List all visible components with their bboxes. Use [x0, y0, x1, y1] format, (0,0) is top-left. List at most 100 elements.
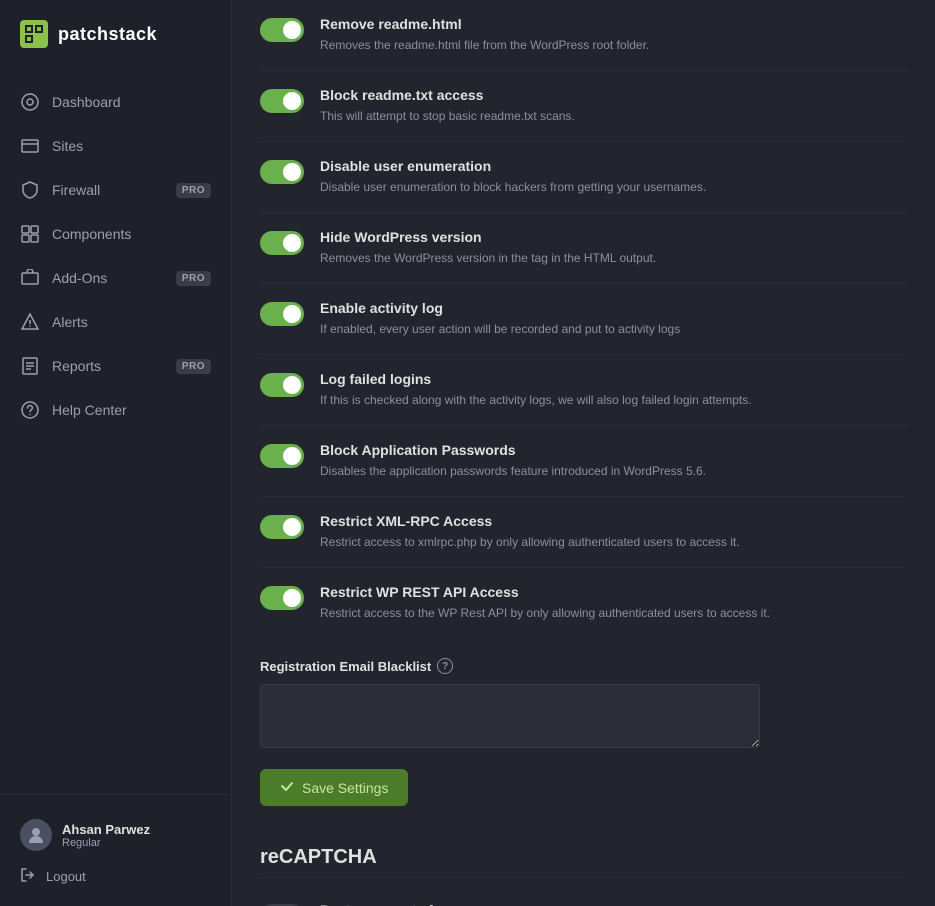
- toggle-row-restrict-rest-api: Restrict WP REST API Access Restrict acc…: [260, 568, 907, 638]
- toggle-slider-hide-wp-version: [260, 231, 304, 255]
- toggle-switch-restrict-xmlrpc[interactable]: [260, 515, 304, 539]
- toggle-switch-disable-user-enum[interactable]: [260, 160, 304, 184]
- toggles-container: Remove readme.html Removes the readme.ht…: [260, 0, 907, 638]
- toggle-desc-disable-user-enum: Disable user enumeration to block hacker…: [320, 178, 907, 196]
- user-area: Ahsan Parwez Regular: [20, 811, 211, 863]
- sidebar-item-components-label: Components: [52, 226, 211, 242]
- blacklist-help-icon[interactable]: ?: [437, 658, 453, 674]
- logout-button[interactable]: Logout: [20, 863, 211, 890]
- sites-icon: [20, 136, 40, 156]
- avatar: [20, 819, 52, 851]
- toggle-switch-block-app-passwords[interactable]: [260, 444, 304, 468]
- recaptcha-divider: [260, 877, 907, 878]
- sidebar: patchstack Dashboard Sites: [0, 0, 232, 906]
- sidebar-item-firewall-label: Firewall: [52, 182, 164, 198]
- firewall-pro-badge: PRO: [176, 183, 211, 198]
- addons-pro-badge: PRO: [176, 271, 211, 286]
- save-button-label: Save Settings: [302, 780, 388, 796]
- toggle-row-hide-wp-version: Hide WordPress version Removes the WordP…: [260, 213, 907, 284]
- toggle-desc-block-readme-txt: This will attempt to stop basic readme.t…: [320, 107, 907, 125]
- main-content: Remove readme.html Removes the readme.ht…: [232, 0, 935, 906]
- recaptcha-toggle-content-post-comments: Post comments form Check this if you wan…: [320, 902, 907, 906]
- sidebar-item-alerts[interactable]: Alerts: [0, 300, 231, 344]
- reports-pro-badge: PRO: [176, 359, 211, 374]
- toggle-slider-restrict-xmlrpc: [260, 515, 304, 539]
- toggle-switch-enable-activity-log[interactable]: [260, 302, 304, 326]
- toggle-desc-restrict-rest-api: Restrict access to the WP Rest API by on…: [320, 604, 907, 622]
- toggle-slider-block-readme-txt: [260, 89, 304, 113]
- recaptcha-toggles-container: Post comments form Check this if you wan…: [260, 886, 907, 906]
- toggle-content-block-readme-txt: Block readme.txt access This will attemp…: [320, 87, 907, 125]
- toggle-row-enable-activity-log: Enable activity log If enabled, every us…: [260, 284, 907, 355]
- toggle-title-block-app-passwords: Block Application Passwords: [320, 442, 907, 458]
- toggle-title-restrict-rest-api: Restrict WP REST API Access: [320, 584, 907, 600]
- recaptcha-toggle-row-post-comments: Post comments form Check this if you wan…: [260, 886, 907, 906]
- user-name: Ahsan Parwez: [62, 822, 150, 837]
- toggle-desc-remove-readme: Removes the readme.html file from the Wo…: [320, 36, 907, 54]
- dashboard-icon: [20, 92, 40, 112]
- logout-icon: [20, 867, 36, 886]
- toggle-title-log-failed-logins: Log failed logins: [320, 371, 907, 387]
- toggle-desc-log-failed-logins: If this is checked along with the activi…: [320, 391, 907, 409]
- sidebar-item-addons-label: Add-Ons: [52, 270, 164, 286]
- toggle-content-remove-readme: Remove readme.html Removes the readme.ht…: [320, 16, 907, 54]
- sidebar-item-reports-label: Reports: [52, 358, 164, 374]
- addons-icon: [20, 268, 40, 288]
- save-checkmark-icon: [280, 779, 294, 796]
- toggle-row-block-app-passwords: Block Application Passwords Disables the…: [260, 426, 907, 497]
- toggle-slider-disable-user-enum: [260, 160, 304, 184]
- sidebar-item-components[interactable]: Components: [0, 212, 231, 256]
- nav-menu: Dashboard Sites Firewall PRO: [0, 72, 231, 794]
- toggle-content-log-failed-logins: Log failed logins If this is checked alo…: [320, 371, 907, 409]
- sidebar-item-firewall[interactable]: Firewall PRO: [0, 168, 231, 212]
- blacklist-label: Registration Email Blacklist ?: [260, 658, 907, 674]
- toggle-row-block-readme-txt: Block readme.txt access This will attemp…: [260, 71, 907, 142]
- toggle-switch-restrict-rest-api[interactable]: [260, 586, 304, 610]
- toggle-switch-remove-readme[interactable]: [260, 18, 304, 42]
- toggle-slider-remove-readme: [260, 18, 304, 42]
- recaptcha-toggle-title-post-comments: Post comments form: [320, 902, 907, 906]
- logo-area: patchstack: [0, 0, 231, 72]
- toggle-desc-enable-activity-log: If enabled, every user action will be re…: [320, 320, 907, 338]
- blacklist-section: Registration Email Blacklist ?: [260, 638, 907, 769]
- user-role: Regular: [62, 837, 150, 849]
- recaptcha-title: reCAPTCHA: [260, 838, 907, 869]
- toggle-row-restrict-xmlrpc: Restrict XML-RPC Access Restrict access …: [260, 497, 907, 568]
- sidebar-item-alerts-label: Alerts: [52, 314, 211, 330]
- alerts-icon: [20, 312, 40, 332]
- toggle-title-restrict-xmlrpc: Restrict XML-RPC Access: [320, 513, 907, 529]
- toggle-slider-log-failed-logins: [260, 373, 304, 397]
- blacklist-textarea[interactable]: [260, 684, 760, 748]
- sidebar-bottom: Ahsan Parwez Regular Logout: [0, 794, 231, 906]
- toggle-content-disable-user-enum: Disable user enumeration Disable user en…: [320, 158, 907, 196]
- toggle-row-log-failed-logins: Log failed logins If this is checked alo…: [260, 355, 907, 426]
- toggle-title-block-readme-txt: Block readme.txt access: [320, 87, 907, 103]
- toggle-switch-log-failed-logins[interactable]: [260, 373, 304, 397]
- sidebar-item-sites-label: Sites: [52, 138, 211, 154]
- toggle-content-block-app-passwords: Block Application Passwords Disables the…: [320, 442, 907, 480]
- toggle-switch-hide-wp-version[interactable]: [260, 231, 304, 255]
- toggle-desc-restrict-xmlrpc: Restrict access to xmlrpc.php by only al…: [320, 533, 907, 551]
- firewall-icon: [20, 180, 40, 200]
- toggle-content-restrict-rest-api: Restrict WP REST API Access Restrict acc…: [320, 584, 907, 622]
- toggle-title-disable-user-enum: Disable user enumeration: [320, 158, 907, 174]
- sidebar-item-addons[interactable]: Add-Ons PRO: [0, 256, 231, 300]
- sidebar-item-reports[interactable]: Reports PRO: [0, 344, 231, 388]
- toggle-slider-enable-activity-log: [260, 302, 304, 326]
- toggle-slider-block-app-passwords: [260, 444, 304, 468]
- components-icon: [20, 224, 40, 244]
- toggle-title-remove-readme: Remove readme.html: [320, 16, 907, 32]
- toggle-desc-hide-wp-version: Removes the WordPress version in the tag…: [320, 249, 907, 267]
- sidebar-item-sites[interactable]: Sites: [0, 124, 231, 168]
- toggle-title-enable-activity-log: Enable activity log: [320, 300, 907, 316]
- sidebar-item-dashboard-label: Dashboard: [52, 94, 211, 110]
- sidebar-item-help[interactable]: Help Center: [0, 388, 231, 432]
- toggle-row-disable-user-enum: Disable user enumeration Disable user en…: [260, 142, 907, 213]
- sidebar-item-dashboard[interactable]: Dashboard: [0, 80, 231, 124]
- sidebar-item-help-label: Help Center: [52, 402, 211, 418]
- save-settings-button[interactable]: Save Settings: [260, 769, 408, 806]
- patchstack-logo-icon: [20, 20, 48, 48]
- toggle-desc-block-app-passwords: Disables the application passwords featu…: [320, 462, 907, 480]
- toggle-switch-block-readme-txt[interactable]: [260, 89, 304, 113]
- brand-name: patchstack: [58, 24, 157, 45]
